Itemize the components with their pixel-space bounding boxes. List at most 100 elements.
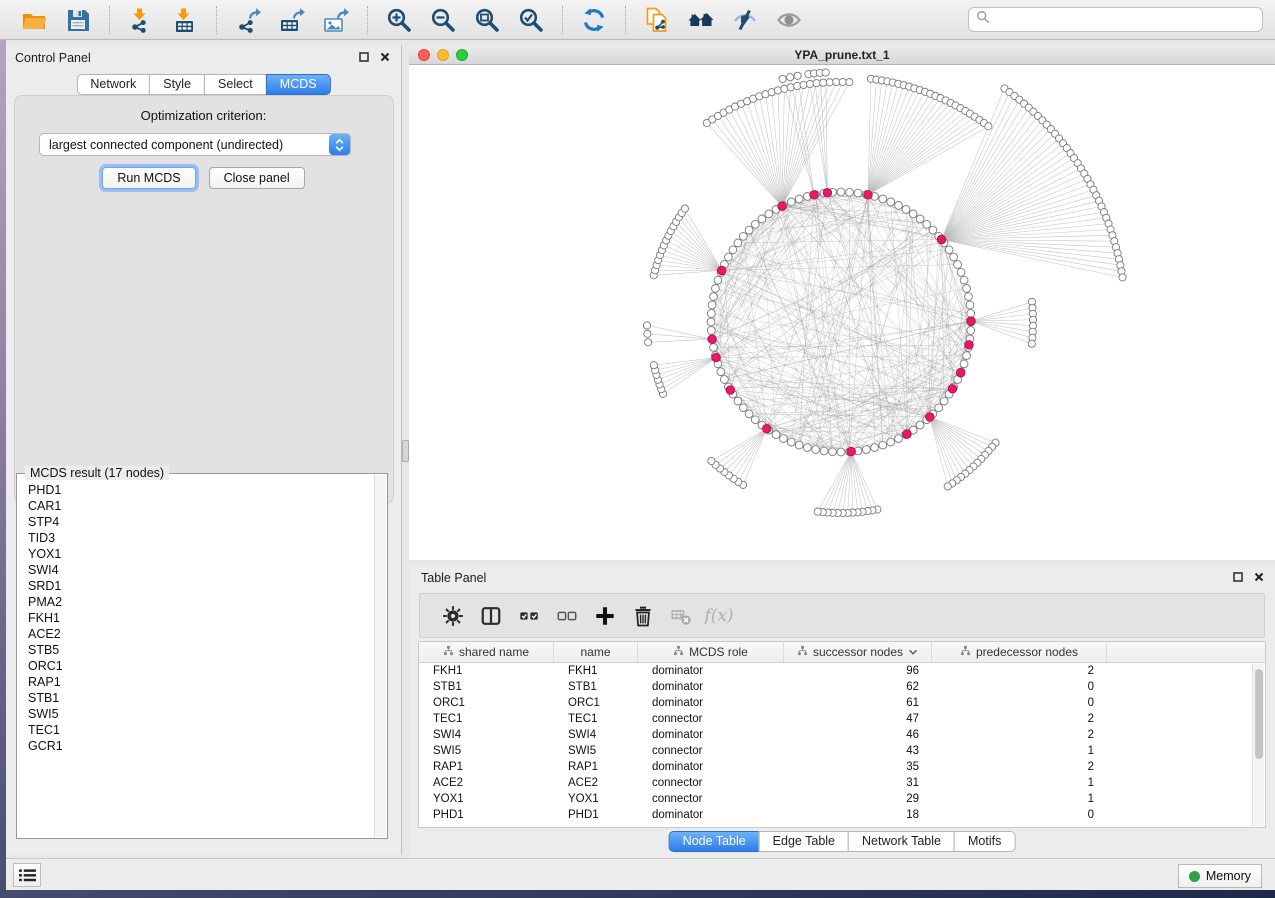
mcds-result-item[interactable]: FKH1	[28, 610, 374, 626]
table-cell: connector	[638, 791, 784, 807]
table-row[interactable]: YOX1YOX1connector291	[419, 791, 1265, 807]
table-cell: 31	[784, 775, 932, 791]
deselect-all-icon[interactable]	[555, 604, 579, 628]
network-window-titlebar[interactable]: YPA_prune.txt_1	[409, 45, 1275, 65]
column-header-shared-name[interactable]: shared name	[419, 642, 554, 662]
zoom-selected-icon[interactable]	[518, 7, 544, 33]
table-scrollbar[interactable]	[1252, 664, 1264, 826]
table-cell: STB1	[419, 679, 554, 695]
tab-edge-table[interactable]: Edge Table	[759, 831, 849, 852]
table-scrollbar-thumb[interactable]	[1255, 669, 1263, 759]
maximize-window-icon[interactable]	[456, 49, 468, 61]
zoom-in-icon[interactable]	[386, 7, 412, 33]
mcds-result-item[interactable]: SWI4	[28, 562, 374, 578]
select-all-icon[interactable]	[517, 604, 541, 628]
table-cell: connector	[638, 775, 784, 791]
network-canvas[interactable]	[409, 65, 1275, 560]
column-label: shared name	[459, 645, 529, 659]
mcds-result-item[interactable]: TID3	[28, 530, 374, 546]
mcds-result-item[interactable]: GCR1	[28, 738, 374, 754]
float-panel-icon[interactable]	[359, 52, 370, 63]
search-field[interactable]	[968, 7, 1263, 32]
table-row[interactable]: FKH1FKH1dominator962	[419, 663, 1265, 679]
mcds-result-item[interactable]: STB5	[28, 642, 374, 658]
table-settings-icon[interactable]	[441, 604, 465, 628]
column-header-MCDS-role[interactable]: MCDS role	[638, 642, 784, 662]
splitter-handle[interactable]	[402, 440, 409, 462]
tab-network[interactable]: Network	[76, 74, 150, 95]
mcds-result-item[interactable]: SRD1	[28, 578, 374, 594]
mcds-result-item[interactable]: PHD1	[28, 482, 374, 498]
mcds-result-item[interactable]: PMA2	[28, 594, 374, 610]
attribute-type-icon	[960, 645, 971, 659]
import-network-icon[interactable]	[128, 7, 154, 33]
search-input[interactable]	[995, 13, 1255, 27]
close-panel-icon[interactable]	[380, 52, 391, 63]
table-row[interactable]: STB1STB1dominator620	[419, 679, 1265, 695]
control-panel-title: Control Panel	[15, 51, 91, 65]
mcds-result-item[interactable]: STB1	[28, 690, 374, 706]
table-row[interactable]: TEC1TEC1connector472	[419, 711, 1265, 727]
column-header-predecessor-nodes[interactable]: predecessor nodes	[932, 642, 1107, 662]
mcds-list-scrollbar[interactable]	[374, 475, 386, 837]
table-cell: 0	[932, 679, 1107, 695]
close-panel-icon[interactable]	[1254, 572, 1265, 583]
criterion-select[interactable]: largest connected component (undirected)	[39, 133, 351, 156]
save-session-icon[interactable]	[65, 7, 91, 33]
mcds-result-item[interactable]: SWI5	[28, 706, 374, 722]
open-file-icon[interactable]	[21, 7, 47, 33]
tab-style[interactable]: Style	[149, 74, 205, 95]
table-row[interactable]: SWI5SWI5connector431	[419, 743, 1265, 759]
close-window-icon[interactable]	[418, 49, 430, 61]
refresh-icon[interactable]	[581, 7, 607, 33]
clone-network-icon[interactable]	[644, 7, 670, 33]
table-cell: YOX1	[419, 791, 554, 807]
hide-selected-icon[interactable]	[732, 7, 758, 33]
table-row[interactable]: PHD1PHD1dominator180	[419, 807, 1265, 823]
table-cell: TEC1	[419, 711, 554, 727]
vertical-splitter[interactable]	[402, 45, 409, 855]
tab-motifs[interactable]: Motifs	[954, 831, 1015, 852]
toolbar-separator	[625, 6, 626, 34]
minimize-window-icon[interactable]	[437, 49, 449, 61]
task-history-button[interactable]	[13, 863, 41, 887]
tab-network-table[interactable]: Network Table	[848, 831, 955, 852]
toolbar-separator	[109, 6, 110, 34]
mcds-result-item[interactable]: ORC1	[28, 658, 374, 674]
float-panel-icon[interactable]	[1233, 572, 1244, 583]
table-row[interactable]: ORC1ORC1dominator610	[419, 695, 1265, 711]
mcds-result-item[interactable]: ACE2	[28, 626, 374, 642]
table-cell: ORC1	[419, 695, 554, 711]
column-header-name[interactable]: name	[554, 642, 638, 662]
import-table-icon[interactable]	[172, 7, 198, 33]
memory-button[interactable]: Memory	[1178, 864, 1262, 888]
add-row-icon[interactable]	[593, 604, 617, 628]
table-cell: 47	[784, 711, 932, 727]
export-network-icon[interactable]	[235, 7, 261, 33]
table-row[interactable]: ACE2ACE2connector311	[419, 775, 1265, 791]
show-columns-icon[interactable]	[479, 604, 503, 628]
delete-row-icon[interactable]	[631, 604, 655, 628]
table-row[interactable]: RAP1RAP1dominator352	[419, 759, 1265, 775]
close-panel-button[interactable]: Close panel	[209, 167, 305, 189]
mcds-result-item[interactable]: CAR1	[28, 498, 374, 514]
export-image-icon[interactable]	[323, 7, 349, 33]
export-table-icon[interactable]	[279, 7, 305, 33]
column-header-successor-nodes[interactable]: successor nodes	[784, 642, 932, 662]
mcds-result-item[interactable]: STP4	[28, 514, 374, 530]
tab-mcds[interactable]: MCDS	[266, 74, 331, 95]
table-row[interactable]: SWI4SWI4dominator462	[419, 727, 1265, 743]
mcds-result-item[interactable]: YOX1	[28, 546, 374, 562]
zoom-out-icon[interactable]	[430, 7, 456, 33]
tab-select[interactable]: Select	[204, 74, 267, 95]
mcds-result-item[interactable]: RAP1	[28, 674, 374, 690]
run-mcds-button[interactable]: Run MCDS	[102, 167, 195, 189]
function-builder-icon: f(x)	[707, 604, 731, 628]
tab-node-table[interactable]: Node Table	[669, 831, 760, 852]
mcds-result-item[interactable]: TEC1	[28, 722, 374, 738]
zoom-fit-icon[interactable]	[474, 7, 500, 33]
select-stepper-icon	[329, 134, 350, 155]
mcds-tab-content	[14, 95, 394, 504]
first-neighbors-icon[interactable]	[688, 7, 714, 33]
table-cell: SWI5	[554, 743, 638, 759]
